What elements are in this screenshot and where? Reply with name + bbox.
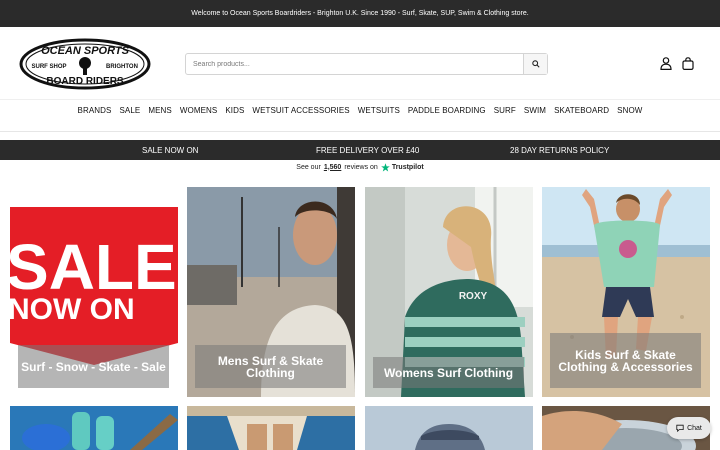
- shirt-print-text: ROXY: [459, 291, 488, 302]
- trustpilot-logo: Trustpilot: [380, 162, 424, 172]
- chat-label: Chat: [687, 424, 702, 432]
- logo-right-text: BRIGHTON: [106, 64, 138, 70]
- category-tile-row2-2[interactable]: [187, 406, 355, 450]
- site-header: OCEAN SPORTS SURF SHOP BRIGHTON BOARD RI…: [0, 27, 720, 99]
- nav-item-sale[interactable]: SALE: [115, 106, 144, 115]
- tile-label-womens: Womens Surf Clothing: [373, 357, 524, 388]
- nav-item-swim[interactable]: SWIM: [520, 106, 550, 115]
- search-bar: [185, 53, 548, 75]
- tile-label-sale: Surf - Snow - Skate - Sale: [18, 345, 169, 388]
- search-icon: [531, 60, 540, 68]
- category-tile-womens[interactable]: ROXY Womens Surf Clothing: [365, 187, 533, 397]
- nav-item-womens[interactable]: WOMENS: [176, 106, 222, 115]
- trustpilot-suffix: reviews on: [344, 163, 378, 171]
- category-tile-kids[interactable]: Kids Surf & Skate Clothing & Accessories: [542, 187, 710, 397]
- chat-icon: [676, 424, 684, 432]
- category-tile-row2-1[interactable]: [10, 406, 178, 450]
- category-tile-mens[interactable]: Mens Surf & Skate Clothing: [187, 187, 355, 397]
- promo-returns[interactable]: 28 DAY RETURNS POLICY: [510, 146, 609, 155]
- tile-label-kids: Kids Surf & Skate Clothing & Accessories: [550, 333, 701, 388]
- account-button[interactable]: [659, 56, 673, 70]
- promo-delivery[interactable]: FREE DELIVERY OVER £40: [316, 146, 419, 155]
- main-navigation: BRANDS SALE MENS WOMENS KIDS WETSUIT ACC…: [0, 99, 720, 121]
- nav-item-wetsuit-accessories[interactable]: WETSUIT ACCESSORIES: [248, 106, 353, 115]
- nav-divider: [0, 131, 720, 132]
- search-button[interactable]: [523, 54, 547, 74]
- trustpilot-brand: Trustpilot: [391, 163, 424, 171]
- row2-3-photo: [365, 406, 533, 450]
- row2-1-photo: [10, 406, 178, 450]
- row2-2-photo: [187, 406, 355, 450]
- user-icon: [660, 56, 672, 70]
- cart-button[interactable]: [681, 56, 695, 70]
- bag-icon: [682, 56, 694, 70]
- category-tile-sale[interactable]: SALE NOW ON Surf - Snow - Skate - Sale: [10, 187, 178, 397]
- announcement-text: Welcome to Ocean Sports Boardriders - Br…: [191, 10, 529, 17]
- nav-item-mens[interactable]: MENS: [144, 106, 176, 115]
- nav-item-snow[interactable]: SNOW: [613, 106, 646, 115]
- category-tile-row2-3[interactable]: [365, 406, 533, 450]
- nav-item-surf[interactable]: SURF: [490, 106, 520, 115]
- search-input[interactable]: [186, 54, 523, 74]
- nav-item-wetsuits[interactable]: WETSUITS: [354, 106, 404, 115]
- logo-top-text: OCEAN SPORTS: [41, 45, 129, 57]
- tile-label-mens: Mens Surf & Skate Clothing: [195, 345, 346, 388]
- trustpilot-star-icon: [380, 162, 390, 172]
- nav-item-brands[interactable]: BRANDS: [74, 106, 116, 115]
- nav-item-skateboard[interactable]: SKATEBOARD: [550, 106, 613, 115]
- promo-bar: SALE NOW ON FREE DELIVERY OVER £40 28 DA…: [0, 140, 720, 160]
- trustpilot-prefix: See our: [296, 163, 321, 171]
- logo-left-text: SURF SHOP: [31, 64, 66, 70]
- logo-bottom-text: BOARD RIDERS: [46, 76, 124, 87]
- nav-item-kids[interactable]: KIDS: [221, 106, 248, 115]
- nav-item-paddle-boarding[interactable]: PADDLE BOARDING: [404, 106, 490, 115]
- trustpilot-widget[interactable]: See our 1,560 reviews on Trustpilot: [0, 161, 720, 173]
- trustpilot-review-count[interactable]: 1,560: [324, 164, 342, 171]
- sale-banner-word-2: NOW ON: [10, 293, 135, 326]
- chat-button[interactable]: Chat: [667, 417, 711, 439]
- promo-sale[interactable]: SALE NOW ON: [142, 146, 198, 155]
- announcement-bar: Welcome to Ocean Sports Boardriders - Br…: [0, 0, 720, 27]
- store-logo[interactable]: OCEAN SPORTS SURF SHOP BRIGHTON BOARD RI…: [19, 38, 151, 90]
